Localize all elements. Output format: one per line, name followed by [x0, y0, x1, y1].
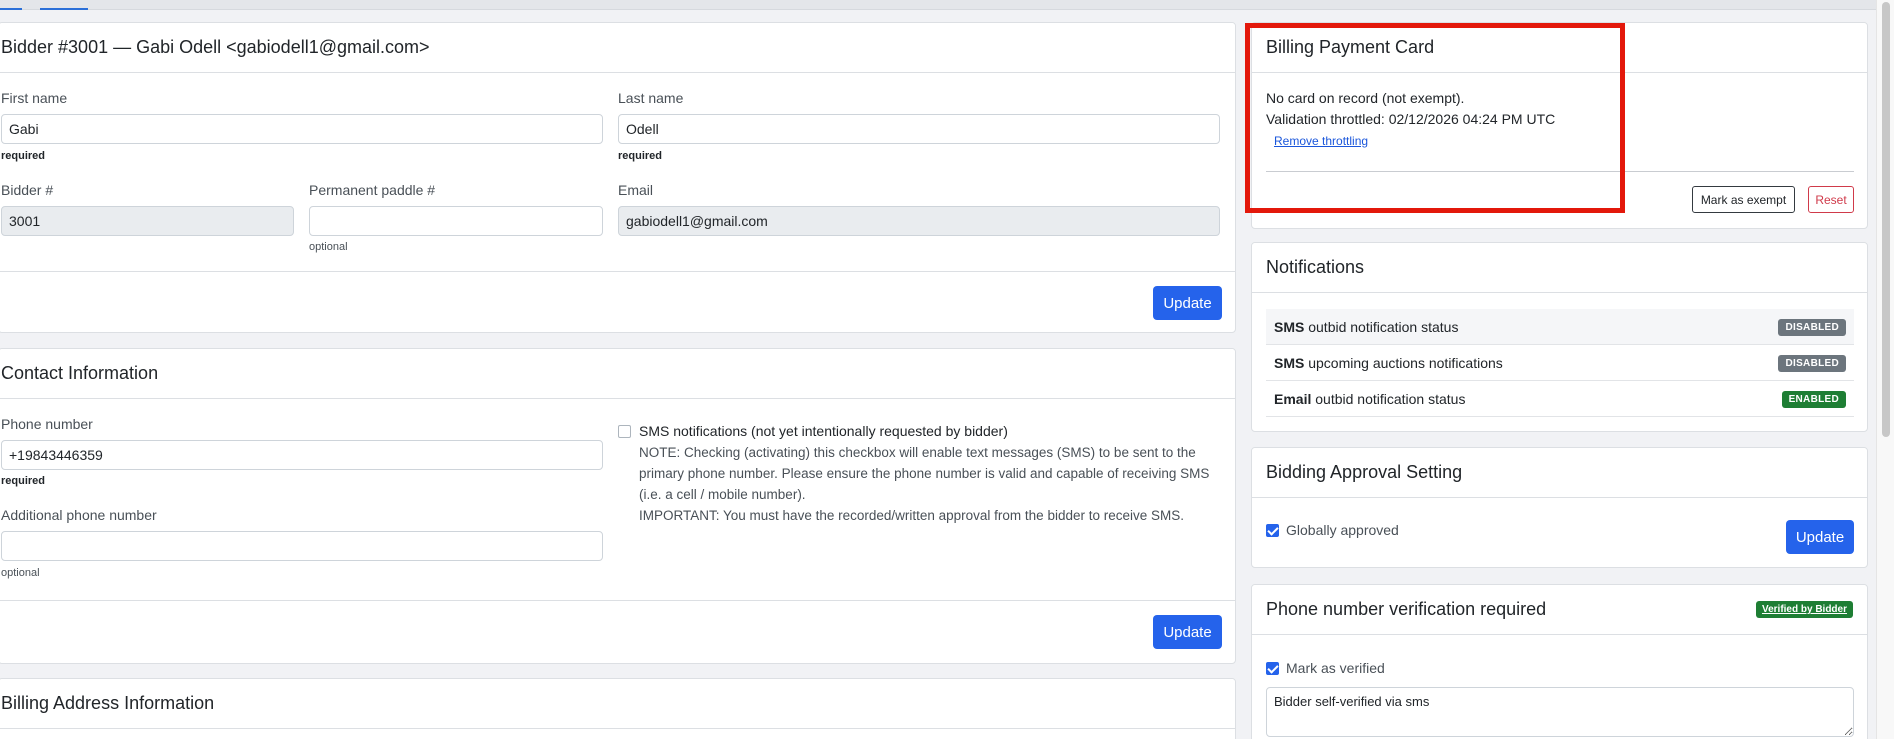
- phone-label: Phone number: [1, 416, 93, 432]
- notification-channel: SMS: [1274, 318, 1305, 335]
- notification-text: outbid notification status: [1304, 318, 1459, 335]
- bidder-card-footer: [0, 271, 1235, 332]
- notification-row-sms-upcoming: SMS upcoming auctions notifications DISA…: [1266, 345, 1854, 381]
- contact-update-button[interactable]: Update: [1153, 615, 1222, 649]
- notifications-card: Notifications SMS outbid notification st…: [1251, 242, 1868, 432]
- phone-verification-card: Phone number verification required Verif…: [1251, 584, 1868, 739]
- first-name-label: First name: [1, 90, 68, 106]
- mark-exempt-button[interactable]: Mark as exempt: [1692, 186, 1795, 213]
- last-name-label: Last name: [618, 90, 684, 106]
- mark-verified-checkbox[interactable]: [1266, 662, 1279, 675]
- first-name-hint: required: [1, 150, 46, 162]
- mark-verified-label: Mark as verified: [1286, 660, 1385, 676]
- billing-address-header: Billing Address Information: [0, 679, 1235, 729]
- phone-input[interactable]: [1, 440, 603, 470]
- notification-channel: SMS: [1274, 354, 1305, 371]
- sms-note-line-2: primary phone number. Please ensure the …: [639, 466, 1210, 481]
- email-label: Email: [618, 182, 654, 198]
- contact-title: Contact Information: [1, 363, 159, 383]
- reset-button[interactable]: Reset: [1808, 186, 1854, 213]
- notification-row-email-outbid: Email outbid notification status ENABLED: [1266, 381, 1854, 417]
- bidder-number-input: [1, 206, 294, 236]
- bidder-card-header: Bidder #3001 — Gabi Odell <gabiodell1@gm…: [0, 23, 1235, 73]
- sms-note-line-3: (i.e. a cell / mobile number).: [639, 487, 806, 502]
- additional-phone-hint: optional: [1, 567, 40, 579]
- phone-hint: required: [1, 475, 46, 487]
- sms-note-line-1: NOTE: Checking (activating) this checkbo…: [639, 445, 1196, 460]
- status-badge: ENABLED: [1781, 391, 1846, 408]
- globally-approved-label: Globally approved: [1286, 522, 1399, 538]
- notification-text: outbid notification status: [1311, 390, 1466, 407]
- verification-note-textarea[interactable]: Bidder self-verified via sms: [1266, 687, 1854, 737]
- billing-address-title: Billing Address Information: [1, 693, 215, 713]
- notifications-header: Notifications: [1252, 243, 1867, 293]
- verified-badge: Verified by Bidder: [1755, 601, 1853, 618]
- sms-important: IMPORTANT: You must have the recorded/wr…: [639, 508, 1185, 523]
- paddle-input[interactable]: [309, 206, 603, 236]
- billing-address-card: Billing Address Information: [0, 678, 1236, 739]
- bidding-approval-card: Bidding Approval Setting Globally approv…: [1251, 447, 1868, 568]
- last-name-input[interactable]: [618, 114, 1220, 144]
- top-nav-bar: [0, 0, 1876, 10]
- top-nav-tab[interactable]: [40, 0, 88, 10]
- notification-channel: Email: [1274, 390, 1312, 407]
- contact-card-header: Contact Information: [0, 349, 1235, 399]
- highlight-box: [1245, 23, 1625, 213]
- notification-text: upcoming auctions notifications: [1304, 354, 1503, 371]
- phone-verification-header: Phone number verification required Verif…: [1252, 585, 1867, 635]
- bidder-update-button[interactable]: Update: [1153, 286, 1222, 320]
- additional-phone-label: Additional phone number: [1, 507, 157, 523]
- top-nav-tab[interactable]: [0, 0, 22, 10]
- email-input: [618, 206, 1220, 236]
- status-badge: DISABLED: [1778, 355, 1846, 372]
- bidder-number-label: Bidder #: [1, 182, 54, 198]
- sms-label: SMS notifications (not yet intentionally…: [639, 423, 1008, 439]
- approval-title: Bidding Approval Setting: [1266, 462, 1463, 482]
- additional-phone-input[interactable]: [1, 531, 603, 561]
- page-scrollbar[interactable]: [1876, 0, 1894, 739]
- globally-approved-checkbox[interactable]: [1266, 524, 1279, 537]
- paddle-hint: optional: [309, 241, 348, 253]
- phone-verification-title: Phone number verification required: [1266, 599, 1547, 619]
- approval-header: Bidding Approval Setting: [1252, 448, 1867, 498]
- bidder-title: Bidder #3001 — Gabi Odell <gabiodell1@gm…: [1, 37, 430, 57]
- contact-card: Contact Information Phone number require…: [0, 348, 1236, 664]
- last-name-hint: required: [618, 150, 663, 162]
- status-badge: DISABLED: [1778, 319, 1846, 336]
- contact-card-footer: [0, 600, 1235, 663]
- sms-checkbox[interactable]: [618, 425, 631, 438]
- notifications-title: Notifications: [1266, 257, 1365, 277]
- scrollbar-thumb[interactable]: [1882, 2, 1890, 437]
- notification-row-sms-outbid: SMS outbid notification status DISABLED: [1266, 309, 1854, 345]
- bidder-card: Bidder #3001 — Gabi Odell <gabiodell1@gm…: [0, 22, 1236, 333]
- first-name-input[interactable]: [1, 114, 603, 144]
- approval-update-button[interactable]: Update: [1786, 520, 1854, 554]
- paddle-label: Permanent paddle #: [309, 182, 436, 198]
